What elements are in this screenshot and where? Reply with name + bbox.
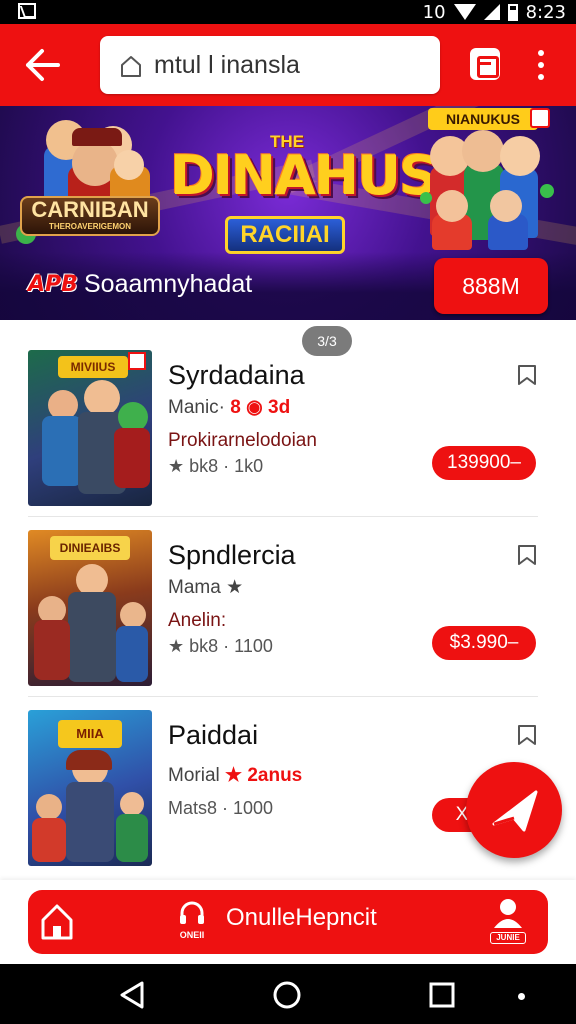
- bottom-navigation: ONEII OnulleHepncit JUNIE: [0, 880, 576, 964]
- item-stats: Mats8 · 1000: [168, 798, 274, 818]
- network-label: 10: [422, 1, 446, 23]
- nav-profile-item[interactable]: JUNIE: [490, 896, 526, 948]
- item-meta: Mama ★: [168, 577, 244, 598]
- promo-banner[interactable]: CARNIBAN THEROAVERIGEMON THE DINAHUSS RA…: [0, 106, 576, 320]
- rating-badge: [530, 108, 550, 128]
- bookmark-icon[interactable]: [516, 724, 538, 746]
- send-icon: [492, 790, 538, 832]
- nav-profile-caption: JUNIE: [490, 932, 526, 944]
- bottom-bar: ONEII OnulleHepncit JUNIE: [28, 890, 548, 954]
- item-title: Syrdadaina: [168, 360, 305, 390]
- banner-title-group: THE DINAHUSS RACIIAI: [170, 128, 472, 254]
- status-icons: 10 8:23: [422, 1, 566, 23]
- app-screen: 10 8:23 mtul l inansla CARNIBAN THEROAVE…: [0, 0, 576, 1024]
- item-title: Paiddai: [168, 720, 259, 750]
- banner-title: DINAHUSS: [170, 144, 472, 207]
- back-arrow-icon[interactable]: [22, 46, 62, 84]
- home-icon[interactable]: [40, 902, 74, 942]
- nav-recents-icon[interactable]: [428, 981, 456, 1009]
- system-navigation-bar: [0, 964, 576, 1024]
- item-stats: ★ bk8 · 1k0: [168, 456, 264, 476]
- nav-dot-icon: [518, 993, 525, 1000]
- right-game-logo: NIANUKUS: [428, 108, 538, 130]
- notification-icon: [18, 3, 36, 19]
- headset-icon: [180, 901, 204, 924]
- clock: 8:23: [525, 1, 566, 23]
- profile-icon: [494, 899, 522, 928]
- nav-center-label: OnulleHepncit: [226, 904, 377, 931]
- item-meta: Morial ★ 2anus: [168, 765, 303, 786]
- item-meta: Manic· 8 ◉ 3d: [168, 397, 291, 418]
- item-title: Spndlercia: [168, 540, 296, 570]
- price-button[interactable]: $3.990–: [432, 626, 536, 660]
- nav-center-caption: ONEII: [179, 930, 205, 940]
- item-thumbnail: DINIEAIBS: [28, 530, 152, 686]
- banner-caption: Soaamnyhadat: [84, 270, 253, 298]
- bookmark-icon[interactable]: [516, 364, 538, 386]
- item-thumbnail: MIIA: [28, 710, 152, 866]
- wifi-icon: [453, 4, 476, 20]
- app-bar: [0, 24, 576, 106]
- item-stats: ★ bk8 · 1100: [168, 636, 273, 656]
- bookmark-icon[interactable]: [516, 544, 538, 566]
- item-tagline: Anelin:: [168, 610, 227, 631]
- price-button[interactable]: 139900–: [432, 446, 536, 480]
- list-item[interactable]: DINIEAIBS Spndlercia Mama ★ Anelin: ★ bk…: [0, 500, 576, 697]
- home-icon: [121, 56, 141, 77]
- banner-cta-button[interactable]: 888M: [434, 258, 548, 314]
- battery-icon: [507, 3, 518, 21]
- list-item[interactable]: MIVIIUS Syrdadaina Manic· 8 ◉ 3d Prokira…: [0, 320, 576, 517]
- document-icon[interactable]: [470, 48, 500, 80]
- search-box[interactable]: [100, 36, 440, 94]
- banner-subtitle: RACIIAI: [225, 216, 345, 254]
- item-thumbnail: MIVIIUS: [28, 350, 152, 506]
- send-fab[interactable]: [466, 762, 562, 858]
- nav-center-item[interactable]: ONEII OnulleHepncit: [174, 896, 434, 948]
- nav-home-icon[interactable]: [272, 980, 302, 1010]
- signal-icon: [483, 4, 500, 20]
- nav-back-icon[interactable]: [118, 980, 146, 1010]
- search-input[interactable]: [154, 46, 424, 84]
- status-bar: 10 8:23: [0, 0, 576, 24]
- left-game-logo: CARNIBAN THEROAVERIGEMON: [20, 196, 160, 236]
- item-tagline: Prokirarnelodoian: [168, 430, 317, 451]
- banner-app-tag: APB: [28, 272, 78, 297]
- more-vert-icon[interactable]: [532, 50, 550, 80]
